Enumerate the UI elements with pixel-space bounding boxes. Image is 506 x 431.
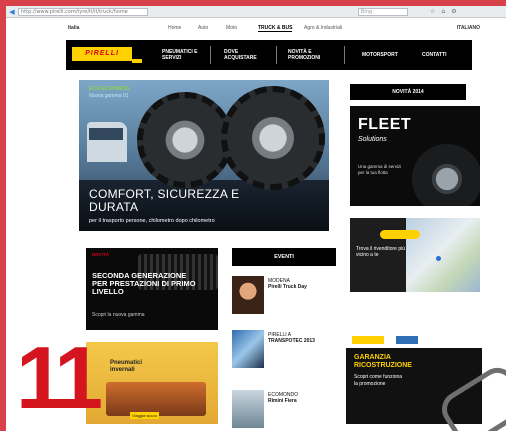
partner-logo: [396, 336, 418, 344]
fleet-title: FLEET: [358, 116, 412, 133]
promo-title: GARANZIA RICOSTRUZIONE: [354, 354, 412, 369]
tyre-image: [137, 92, 233, 188]
language-selector[interactable]: ITALIANO: [457, 25, 480, 31]
tyre-image: [221, 86, 325, 190]
event-item[interactable]: PIRELLI A TRANSPOTEC 2013: [232, 330, 342, 370]
star-icon[interactable]: ☆: [430, 8, 435, 15]
hero-banner[interactable]: ECO-ECOPRESS Nuova gamma 01 COMFORT, SIC…: [79, 80, 329, 231]
toplink-auto[interactable]: Auto: [198, 25, 208, 31]
map-image: [406, 218, 480, 292]
browser-toolbar: ◀ http://www.pirelli.com/tyre/it/it/truc…: [6, 6, 506, 18]
gear-icon[interactable]: ⚙: [451, 8, 456, 15]
country-selector[interactable]: Italia: [68, 25, 79, 31]
event-thumbnail: [232, 276, 264, 314]
toplink-moto[interactable]: Moto: [226, 25, 237, 31]
browser-search-input[interactable]: Bing: [358, 7, 408, 16]
hero-kicker: ECO-ECOPRESS: [89, 86, 130, 92]
pirelli-logo-small: [352, 336, 384, 344]
winter-title: Pneumatici invernali: [110, 360, 143, 373]
nav-divider: [276, 46, 277, 64]
toplink-truck-bus[interactable]: TRUCK & BUS: [258, 25, 293, 32]
nav-item-motorsport[interactable]: MOTORSPORT: [362, 52, 398, 58]
promo-text: Scopri come funziona la promozione: [354, 374, 403, 387]
browser-tool-icons: ☆ ⌂ ⚙: [430, 8, 457, 15]
locator-logo: [380, 230, 420, 239]
hero-subtitle: per il trasporto persone, chilometro dop…: [89, 218, 215, 224]
nav-item-dove-acquistare[interactable]: DOVE ACQUISTARE: [224, 49, 264, 61]
event-thumbnail: [232, 390, 264, 428]
truck-image: [106, 382, 206, 416]
main-nav: PIRELLI PNEUMATICI E SERVIZI DOVE ACQUIS…: [66, 40, 472, 70]
right-section-title: NOVITÀ 2014: [350, 84, 466, 100]
winter-tyres-banner[interactable]: Pneumatici invernali Viaggia sicuro: [86, 342, 218, 424]
event-text: PIRELLI A TRANSPOTEC 2013: [268, 332, 315, 344]
ad-title: SECONDA GENERAZIONE PER PRESTAZIONI DI P…: [92, 271, 196, 296]
hero-kicker-secondary: Nuova gamma 01: [89, 93, 129, 99]
address-bar[interactable]: http://www.pirelli.com/tyre/it/it/truck/…: [18, 7, 148, 16]
fleet-solutions-banner[interactable]: FLEET Solutions Una gamma di servizi per…: [350, 106, 480, 206]
ad-kicker: NOVITÀ: [92, 252, 110, 257]
top-links-bar: Italia Home Auto Moto TRUCK & BUS Agro &…: [6, 18, 506, 40]
event-thumbnail: [232, 330, 264, 368]
event-text: ECOMONDO Rimini Fiera: [268, 392, 298, 404]
events-title: EVENTI: [232, 248, 336, 266]
fleet-description: Una gamma di servizi per la tua flotta: [358, 164, 402, 175]
nav-divider: [344, 46, 345, 64]
bus-window: [89, 128, 123, 140]
event-item[interactable]: ECOMONDO Rimini Fiera: [232, 390, 342, 430]
tyre-image: [412, 144, 480, 206]
ad-subtitle: Scopri la nuova gamma: [92, 312, 145, 318]
toplink-agro[interactable]: Agro & Industriali: [304, 25, 342, 31]
event-item[interactable]: MODENA Pirelli Truck Day: [232, 276, 342, 316]
home-icon[interactable]: ⌂: [441, 8, 445, 15]
hero-title: COMFORT, SICUREZZA E DURATA: [89, 187, 240, 214]
dealer-locator-banner[interactable]: Trova il rivenditore più vicino a te: [350, 218, 480, 292]
event-text: MODENA Pirelli Truck Day: [268, 278, 307, 290]
map-pin-icon: [436, 256, 441, 261]
fleet-subtitle: Solutions: [358, 136, 387, 143]
toplink-home[interactable]: Home: [168, 25, 181, 31]
page-number: 11: [16, 328, 103, 427]
logo-accent: [132, 59, 142, 63]
nav-item-novita[interactable]: NOVITÀ E PROMOZIONI: [288, 49, 336, 61]
winter-note: Viaggia sicuro: [130, 412, 160, 419]
second-generation-ad[interactable]: NOVITÀ SECONDA GENERAZIONE PER PRESTAZIO…: [86, 248, 218, 330]
nav-divider: [210, 46, 211, 64]
pirelli-logo[interactable]: PIRELLI: [72, 47, 132, 61]
locator-text: Trova il rivenditore più vicino a te: [356, 246, 406, 258]
back-icon[interactable]: ◀: [6, 8, 18, 16]
nav-item-contatti[interactable]: CONTATTI: [422, 52, 447, 58]
nav-item-pneumatici[interactable]: PNEUMATICI E SERVIZI: [162, 49, 206, 61]
